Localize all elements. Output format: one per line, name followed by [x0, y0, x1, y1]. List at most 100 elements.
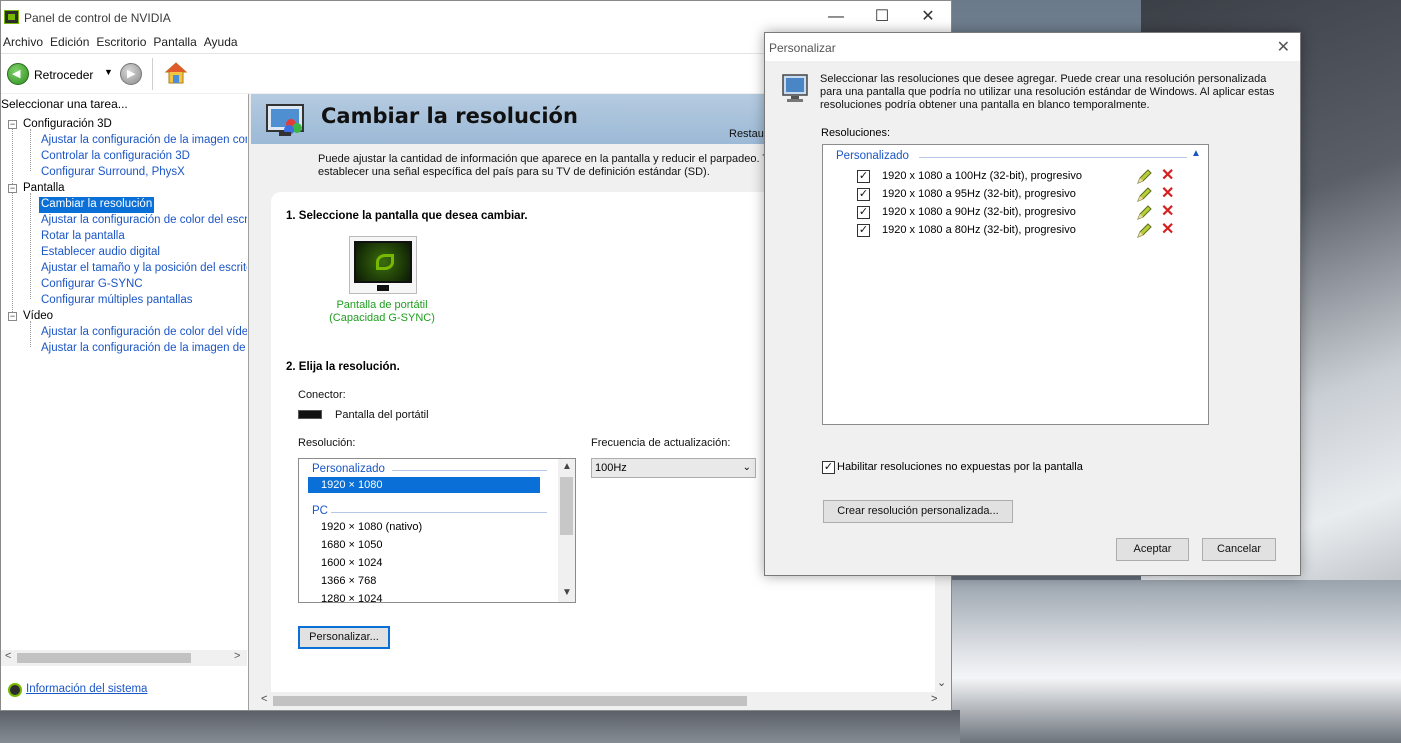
collapse-icon[interactable]: −: [8, 184, 17, 193]
list-item[interactable]: 1680 × 1050: [308, 537, 540, 553]
resolution-checkbox[interactable]: ✓: [857, 170, 870, 183]
nvidia-logo-icon: [376, 254, 394, 270]
page-intro: Puede ajustar la cantidad de información…: [318, 153, 783, 179]
scrollbar-thumb[interactable]: [560, 477, 573, 535]
customize-button[interactable]: Personalizar...: [298, 626, 390, 649]
list-item[interactable]: 1920 × 1080 (nativo): [308, 519, 540, 535]
ok-button[interactable]: Aceptar: [1116, 538, 1189, 561]
scroll-down-icon[interactable]: ▼: [562, 587, 572, 598]
nvidia-app-icon: [4, 10, 19, 24]
connector-label: Conector:: [298, 389, 346, 401]
scroll-down-icon[interactable]: ⌄: [937, 676, 946, 689]
tree-item[interactable]: Establecer audio digital: [41, 245, 160, 261]
scroll-left-icon[interactable]: <: [261, 693, 267, 705]
step-1-heading: 1. Seleccione la pantalla que desea camb…: [286, 210, 528, 222]
menu-escritorio[interactable]: Escritorio: [96, 33, 153, 53]
delete-icon[interactable]: ✕: [1161, 204, 1174, 220]
forward-arrow-icon[interactable]: [120, 63, 142, 85]
connector-value: Pantalla del portátil: [335, 409, 429, 421]
tree-category-pantalla[interactable]: Pantalla: [23, 181, 65, 197]
edit-pencil-icon[interactable]: [1136, 187, 1152, 203]
cancel-button[interactable]: Cancelar: [1202, 538, 1276, 561]
list-item[interactable]: 1366 × 768: [308, 573, 540, 589]
restore-defaults-link[interactable]: Restau: [729, 128, 764, 140]
delete-icon[interactable]: ✕: [1161, 186, 1174, 202]
delete-icon[interactable]: ✕: [1161, 168, 1174, 184]
collapse-icon[interactable]: −: [8, 312, 17, 321]
back-arrow-icon[interactable]: [7, 63, 29, 85]
list-group-header: PC: [312, 505, 328, 517]
delete-icon[interactable]: ✕: [1161, 222, 1174, 238]
tree-item[interactable]: Ajustar el tamaño y la posición del escr…: [41, 261, 247, 277]
display-name[interactable]: Pantalla de portátil (Capacidad G-SYNC): [317, 299, 447, 325]
edit-pencil-icon[interactable]: [1136, 223, 1152, 239]
menu-archivo[interactable]: Archivo: [2, 33, 50, 53]
tree-item[interactable]: Ajustar la configuración de la imagen de…: [41, 341, 247, 357]
scroll-right-icon[interactable]: >: [234, 650, 240, 662]
scroll-right-icon[interactable]: >: [931, 693, 937, 705]
title-bar[interactable]: Panel de control de NVIDIA — ☐ ✕: [1, 1, 951, 33]
display-selector[interactable]: [349, 236, 417, 294]
maximize-icon[interactable]: ☐: [859, 7, 905, 29]
enable-unexposed-label[interactable]: Habilitar resoluciones no expuestas por …: [837, 461, 1083, 473]
home-icon[interactable]: [164, 61, 188, 85]
monitor-settings-icon: [782, 74, 808, 102]
desktop-wallpaper-river: [950, 580, 1401, 743]
tree-item[interactable]: Controlar la configuración 3D: [41, 149, 190, 165]
history-dropdown-icon[interactable]: ▼: [104, 67, 113, 77]
tree-item[interactable]: Configurar Surround, PhysX: [41, 165, 185, 181]
scroll-left-icon[interactable]: <: [5, 650, 11, 662]
edit-pencil-icon[interactable]: [1136, 205, 1152, 221]
tree-item[interactable]: Configurar G-SYNC: [41, 277, 143, 293]
minimize-icon[interactable]: —: [813, 7, 859, 29]
scrollbar-thumb[interactable]: [273, 696, 747, 706]
toolbar-separator: [152, 58, 153, 90]
tree-category-video[interactable]: Vídeo: [23, 309, 53, 325]
resolution-list-scrollbar[interactable]: ▲ ▼: [558, 459, 575, 602]
list-item-selected[interactable]: 1920 × 1080: [308, 477, 540, 493]
window-title: Panel de control de NVIDIA: [24, 11, 171, 25]
create-custom-resolution-button[interactable]: Crear resolución personalizada...: [823, 500, 1013, 523]
page-horizontal-scrollbar[interactable]: < >: [259, 693, 941, 709]
enable-unexposed-checkbox[interactable]: ✓: [822, 461, 835, 474]
tree-connector: [30, 193, 31, 299]
resolution-checkbox[interactable]: ✓: [857, 224, 870, 237]
tree-item[interactable]: Configurar múltiples pantallas: [41, 293, 193, 309]
chevron-up-icon[interactable]: ▲: [1191, 148, 1201, 159]
list-item[interactable]: 1280 × 1024: [308, 591, 540, 602]
dialog-title-bar[interactable]: Personalizar ✕: [765, 33, 1300, 61]
resolution-row: 1920 x 1080 a 100Hz (32-bit), progresivo: [882, 170, 1082, 182]
tree-category-3d[interactable]: Configuración 3D: [23, 117, 112, 133]
dialog-title: Personalizar: [769, 41, 836, 55]
menu-edicion[interactable]: Edición: [50, 33, 96, 53]
intro-line: establecer una señal específica del país…: [318, 166, 710, 178]
close-icon[interactable]: ✕: [1277, 37, 1290, 57]
edit-pencil-icon[interactable]: [1136, 169, 1152, 185]
menu-pantalla[interactable]: Pantalla: [153, 33, 203, 53]
refresh-rate-select[interactable]: 100Hz ⌄: [591, 458, 756, 478]
resolution-list[interactable]: Personalizado 1920 × 1080 PC 1920 × 1080…: [298, 458, 576, 603]
monitor-icon: [354, 241, 412, 283]
scrollbar-thumb[interactable]: [17, 653, 191, 663]
system-info-link[interactable]: Información del sistema: [26, 683, 147, 695]
scroll-up-icon[interactable]: ▲: [562, 461, 572, 472]
resolution-checkbox[interactable]: ✓: [857, 188, 870, 201]
tree-item[interactable]: Ajustar la configuración de color del es…: [41, 213, 247, 229]
group-divider: [919, 157, 1187, 158]
task-horizontal-scrollbar[interactable]: < >: [1, 650, 247, 666]
back-button[interactable]: Retroceder: [34, 68, 93, 82]
list-item[interactable]: 1600 × 1024: [308, 555, 540, 571]
refresh-rate-value: 100Hz: [595, 462, 627, 474]
collapse-icon[interactable]: −: [8, 120, 17, 129]
close-icon[interactable]: ✕: [905, 7, 951, 29]
tree-item[interactable]: Rotar la pantalla: [41, 229, 125, 245]
resolution-checkbox[interactable]: ✓: [857, 206, 870, 219]
tree-item[interactable]: Ajustar la configuración de la imagen co…: [41, 133, 247, 149]
menu-ayuda[interactable]: Ayuda: [204, 33, 245, 53]
tree-item-selected[interactable]: Cambiar la resolución: [39, 197, 155, 213]
resolution-label: Resolución:: [298, 437, 356, 449]
dialog-description: Seleccionar las resoluciones que desee a…: [820, 73, 1275, 111]
custom-resolutions-list[interactable]: Personalizado ▲ ✓ 1920 x 1080 a 100Hz (3…: [822, 144, 1209, 425]
tree-item[interactable]: Ajustar la configuración de color del ví…: [41, 325, 247, 341]
display-settings-icon: [266, 104, 304, 136]
